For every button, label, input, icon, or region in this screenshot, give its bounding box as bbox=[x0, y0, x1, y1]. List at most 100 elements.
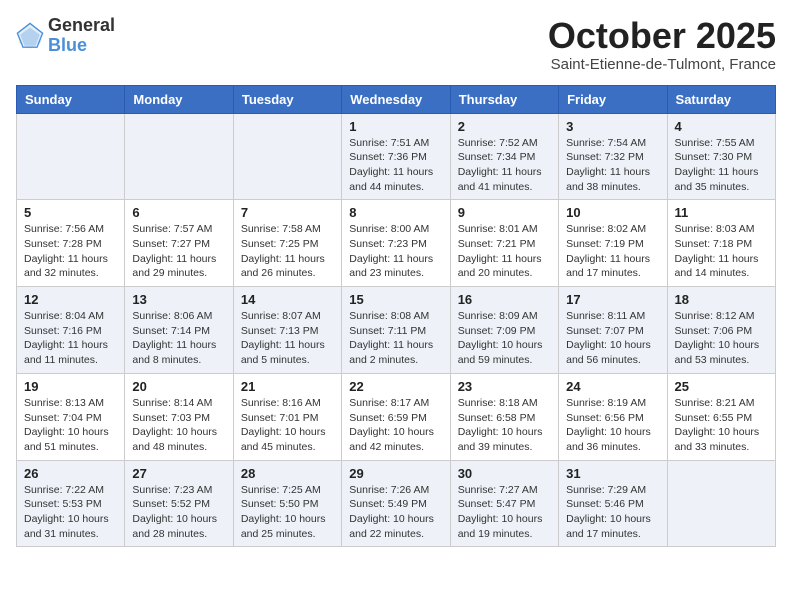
cell-details: Sunrise: 7:29 AM Sunset: 5:46 PM Dayligh… bbox=[566, 483, 659, 542]
cell-details: Sunrise: 8:21 AM Sunset: 6:55 PM Dayligh… bbox=[675, 396, 768, 455]
date-number: 27 bbox=[132, 466, 225, 481]
calendar-cell: 15Sunrise: 8:08 AM Sunset: 7:11 PM Dayli… bbox=[342, 287, 450, 374]
cell-details: Sunrise: 8:06 AM Sunset: 7:14 PM Dayligh… bbox=[132, 309, 225, 368]
calendar-cell: 20Sunrise: 8:14 AM Sunset: 7:03 PM Dayli… bbox=[125, 373, 233, 460]
cell-details: Sunrise: 8:18 AM Sunset: 6:58 PM Dayligh… bbox=[458, 396, 551, 455]
calendar-cell: 18 Sunrise: 8:12 AM Sunset: 7:06 PM Dayli… bbox=[667, 287, 775, 374]
cell-details: Sunrise: 7:26 AM Sunset: 5:49 PM Dayligh… bbox=[349, 483, 442, 542]
cell-details: Sunrise: 8:03 AM Sunset: 7:18 PM Dayligh… bbox=[675, 222, 768, 281]
day-header-thursday: Thursday bbox=[450, 85, 558, 113]
calendar-cell: 5Sunrise: 7:56 AM Sunset: 7:28 PM Daylig… bbox=[17, 200, 125, 287]
week-row-1: 1Sunrise: 7:51 AM Sunset: 7:36 PM Daylig… bbox=[17, 113, 776, 200]
cell-details: Sunrise: 7:22 AM Sunset: 5:53 PM Dayligh… bbox=[24, 483, 117, 542]
cell-details: Sunrise: 8:01 AM Sunset: 7:21 PM Dayligh… bbox=[458, 222, 551, 281]
cell-details: Sunrise: 8:14 AM Sunset: 7:03 PM Dayligh… bbox=[132, 396, 225, 455]
date-number: 16 bbox=[458, 292, 551, 307]
calendar-cell bbox=[667, 460, 775, 547]
calendar-cell: 2 Sunrise: 7:52 AM Sunset: 7:34 PM Daylig… bbox=[450, 113, 558, 200]
calendar-cell: 19 Sunrise: 8:13 AM Sunset: 7:04 PM Dayli… bbox=[17, 373, 125, 460]
cell-details: Sunrise: 8:19 AM Sunset: 6:56 PM Dayligh… bbox=[566, 396, 659, 455]
calendar-cell: 12 Sunrise: 8:04 AM Sunset: 7:16 PM Dayli… bbox=[17, 287, 125, 374]
logo-text: General Blue bbox=[48, 16, 115, 56]
date-number: 9 bbox=[458, 205, 551, 220]
date-number: 8 bbox=[349, 205, 442, 220]
date-number: 24 bbox=[566, 379, 659, 394]
day-header-wednesday: Wednesday bbox=[342, 85, 450, 113]
calendar-cell bbox=[233, 113, 341, 200]
calendar-cell: 11 Sunrise: 8:03 AM Sunset: 7:18 PM Dayli… bbox=[667, 200, 775, 287]
week-row-3: 12 Sunrise: 8:04 AM Sunset: 7:16 PM Dayli… bbox=[17, 287, 776, 374]
logo-general: General bbox=[48, 15, 115, 35]
date-number: 19 bbox=[24, 379, 117, 394]
calendar-cell: 25Sunrise: 8:21 AM Sunset: 6:55 PM Dayli… bbox=[667, 373, 775, 460]
cell-details: Sunrise: 7:23 AM Sunset: 5:52 PM Dayligh… bbox=[132, 483, 225, 542]
day-header-row: SundayMondayTuesdayWednesdayThursdayFrid… bbox=[17, 85, 776, 113]
cell-details: Sunrise: 8:07 AM Sunset: 7:13 PM Dayligh… bbox=[241, 309, 334, 368]
calendar-cell: 14 Sunrise: 8:07 AM Sunset: 7:13 PM Dayli… bbox=[233, 287, 341, 374]
calendar-cell bbox=[125, 113, 233, 200]
day-header-monday: Monday bbox=[125, 85, 233, 113]
logo: General Blue bbox=[16, 16, 115, 56]
week-row-5: 26 Sunrise: 7:22 AM Sunset: 5:53 PM Dayli… bbox=[17, 460, 776, 547]
date-number: 5 bbox=[24, 205, 117, 220]
page-header: General Blue October 2025 Saint-Etienne-… bbox=[16, 16, 776, 73]
calendar-cell: 17Sunrise: 8:11 AM Sunset: 7:07 PM Dayli… bbox=[559, 287, 667, 374]
date-number: 28 bbox=[241, 466, 334, 481]
cell-details: Sunrise: 7:58 AM Sunset: 7:25 PM Dayligh… bbox=[241, 222, 334, 281]
calendar-cell: 3 Sunrise: 7:54 AM Sunset: 7:32 PM Daylig… bbox=[559, 113, 667, 200]
cell-details: Sunrise: 7:57 AM Sunset: 7:27 PM Dayligh… bbox=[132, 222, 225, 281]
calendar-cell: 22Sunrise: 8:17 AM Sunset: 6:59 PM Dayli… bbox=[342, 373, 450, 460]
calendar-cell: 9 Sunrise: 8:01 AM Sunset: 7:21 PM Daylig… bbox=[450, 200, 558, 287]
day-header-friday: Friday bbox=[559, 85, 667, 113]
date-number: 26 bbox=[24, 466, 117, 481]
calendar-cell: 8 Sunrise: 8:00 AM Sunset: 7:23 PM Daylig… bbox=[342, 200, 450, 287]
location-text: Saint-Etienne-de-Tulmont, France bbox=[548, 56, 776, 73]
calendar-cell: 6 Sunrise: 7:57 AM Sunset: 7:27 PM Daylig… bbox=[125, 200, 233, 287]
date-number: 12 bbox=[24, 292, 117, 307]
cell-details: Sunrise: 8:02 AM Sunset: 7:19 PM Dayligh… bbox=[566, 222, 659, 281]
date-number: 14 bbox=[241, 292, 334, 307]
date-number: 21 bbox=[241, 379, 334, 394]
date-number: 10 bbox=[566, 205, 659, 220]
cell-details: Sunrise: 7:52 AM Sunset: 7:34 PM Dayligh… bbox=[458, 136, 551, 195]
date-number: 7 bbox=[241, 205, 334, 220]
day-header-sunday: Sunday bbox=[17, 85, 125, 113]
calendar-table: SundayMondayTuesdayWednesdayThursdayFrid… bbox=[16, 85, 776, 548]
date-number: 15 bbox=[349, 292, 442, 307]
date-number: 23 bbox=[458, 379, 551, 394]
cell-details: Sunrise: 7:25 AM Sunset: 5:50 PM Dayligh… bbox=[241, 483, 334, 542]
cell-details: Sunrise: 8:13 AM Sunset: 7:04 PM Dayligh… bbox=[24, 396, 117, 455]
calendar-cell: 4 Sunrise: 7:55 AM Sunset: 7:30 PM Daylig… bbox=[667, 113, 775, 200]
cell-details: Sunrise: 8:16 AM Sunset: 7:01 PM Dayligh… bbox=[241, 396, 334, 455]
cell-details: Sunrise: 8:11 AM Sunset: 7:07 PM Dayligh… bbox=[566, 309, 659, 368]
cell-details: Sunrise: 7:27 AM Sunset: 5:47 PM Dayligh… bbox=[458, 483, 551, 542]
month-title: October 2025 bbox=[548, 16, 776, 56]
date-number: 4 bbox=[675, 119, 768, 134]
date-number: 18 bbox=[675, 292, 768, 307]
calendar-cell: 7 Sunrise: 7:58 AM Sunset: 7:25 PM Daylig… bbox=[233, 200, 341, 287]
calendar-cell: 21 Sunrise: 8:16 AM Sunset: 7:01 PM Dayli… bbox=[233, 373, 341, 460]
date-number: 30 bbox=[458, 466, 551, 481]
calendar-cell: 10 Sunrise: 8:02 AM Sunset: 7:19 PM Dayli… bbox=[559, 200, 667, 287]
calendar-cell: 29Sunrise: 7:26 AM Sunset: 5:49 PM Dayli… bbox=[342, 460, 450, 547]
date-number: 11 bbox=[675, 205, 768, 220]
date-number: 2 bbox=[458, 119, 551, 134]
cell-details: Sunrise: 8:17 AM Sunset: 6:59 PM Dayligh… bbox=[349, 396, 442, 455]
date-number: 3 bbox=[566, 119, 659, 134]
cell-details: Sunrise: 8:12 AM Sunset: 7:06 PM Dayligh… bbox=[675, 309, 768, 368]
cell-details: Sunrise: 7:51 AM Sunset: 7:36 PM Dayligh… bbox=[349, 136, 442, 195]
cell-details: Sunrise: 7:55 AM Sunset: 7:30 PM Dayligh… bbox=[675, 136, 768, 195]
calendar-cell bbox=[17, 113, 125, 200]
day-header-saturday: Saturday bbox=[667, 85, 775, 113]
calendar-cell: 13Sunrise: 8:06 AM Sunset: 7:14 PM Dayli… bbox=[125, 287, 233, 374]
date-number: 6 bbox=[132, 205, 225, 220]
cell-details: Sunrise: 8:00 AM Sunset: 7:23 PM Dayligh… bbox=[349, 222, 442, 281]
calendar-cell: 24 Sunrise: 8:19 AM Sunset: 6:56 PM Dayli… bbox=[559, 373, 667, 460]
cell-details: Sunrise: 8:04 AM Sunset: 7:16 PM Dayligh… bbox=[24, 309, 117, 368]
calendar-cell: 23 Sunrise: 8:18 AM Sunset: 6:58 PM Dayli… bbox=[450, 373, 558, 460]
calendar-cell: 26 Sunrise: 7:22 AM Sunset: 5:53 PM Dayli… bbox=[17, 460, 125, 547]
cell-details: Sunrise: 7:54 AM Sunset: 7:32 PM Dayligh… bbox=[566, 136, 659, 195]
logo-icon bbox=[16, 22, 44, 50]
calendar-cell: 16Sunrise: 8:09 AM Sunset: 7:09 PM Dayli… bbox=[450, 287, 558, 374]
week-row-4: 19 Sunrise: 8:13 AM Sunset: 7:04 PM Dayli… bbox=[17, 373, 776, 460]
